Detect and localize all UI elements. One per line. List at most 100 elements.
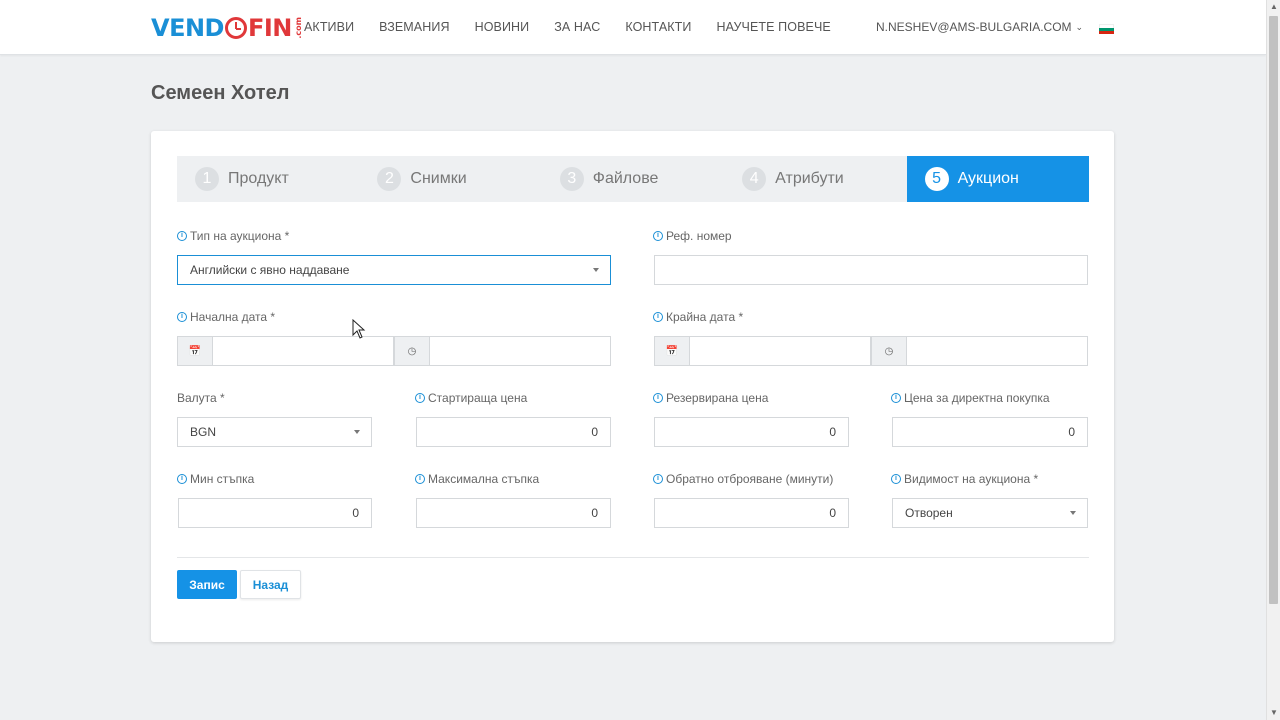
clock-icon[interactable]: ◷: [394, 336, 430, 366]
info-icon[interactable]: i: [177, 474, 187, 484]
form-divider: [177, 557, 1089, 558]
input-value: 0: [1068, 425, 1075, 439]
nav-item-about[interactable]: ЗА НАС: [554, 20, 600, 34]
visibility-select[interactable]: Отворен: [892, 498, 1088, 528]
input-value: 0: [829, 506, 836, 520]
info-icon[interactable]: i: [177, 312, 187, 322]
save-button[interactable]: Запис: [177, 570, 237, 599]
calendar-icon[interactable]: 📅: [177, 336, 213, 366]
nav-item-contacts[interactable]: КОНТАКТИ: [625, 20, 691, 34]
countdown-input[interactable]: 0: [654, 498, 849, 528]
start-date-input[interactable]: [212, 336, 394, 366]
min-step-input[interactable]: 0: [178, 498, 372, 528]
end-date-input[interactable]: [689, 336, 871, 366]
step-label: Снимки: [410, 170, 467, 187]
buy-now-price-input[interactable]: 0: [892, 417, 1088, 447]
input-value: 0: [829, 425, 836, 439]
mouse-cursor-icon: [352, 319, 366, 339]
visibility-label: i Видимост на аукциона *: [891, 472, 1038, 486]
chevron-down-icon: ⌄: [1075, 21, 1084, 32]
step-product[interactable]: 1 Продукт: [177, 156, 359, 202]
step-label: Аукцион: [957, 170, 1019, 187]
clock-icon: [224, 17, 247, 39]
info-icon[interactable]: i: [653, 474, 663, 484]
top-navbar: VEND FIN .com АКТИВИ ВЗЕМАНИЯ НОВИНИ ЗА …: [0, 0, 1266, 55]
info-icon[interactable]: i: [653, 393, 663, 403]
label-text: Резервирана цена: [666, 391, 769, 405]
step-label: Продукт: [228, 170, 289, 187]
info-icon[interactable]: i: [177, 231, 187, 241]
label-text: Стартираща цена: [428, 391, 528, 405]
input-value: 0: [591, 506, 598, 520]
label-text: Максимална стъпка: [428, 472, 540, 486]
ref-number-input[interactable]: [654, 255, 1088, 285]
label-text: Обратно отброяване (минути): [666, 472, 834, 486]
step-photos[interactable]: 2 Снимки: [359, 156, 541, 202]
label-text: Видимост на аукциона *: [904, 472, 1039, 486]
input-value: 0: [591, 425, 598, 439]
step-number: 3: [559, 167, 584, 191]
label-text: Реф. номер: [666, 229, 732, 243]
label-text: Цена за директна покупка: [904, 391, 1050, 405]
info-icon[interactable]: i: [653, 231, 663, 241]
page-title: Семеен Хотел: [151, 82, 290, 104]
dropdown-caret-icon: [593, 268, 599, 272]
start-time-input[interactable]: [429, 336, 611, 366]
dropdown-caret-icon: [1070, 511, 1076, 515]
step-number: 5: [924, 167, 949, 191]
step-number: 4: [742, 167, 767, 191]
bulgarian-flag-icon[interactable]: [1099, 24, 1114, 34]
auction-type-select[interactable]: Английски с явно наддаване: [177, 255, 611, 285]
scrollbar-thumb[interactable]: [1269, 16, 1278, 604]
back-button[interactable]: Назад: [240, 570, 301, 599]
select-value: BGN: [190, 425, 217, 439]
max-step-label: i Максимална стъпка: [415, 472, 539, 486]
start-price-input[interactable]: 0: [416, 417, 611, 447]
auction-form-card: 1 Продукт 2 Снимки 3 Файлове 4 Атрибути …: [151, 131, 1114, 642]
nav-item-learn-more[interactable]: НАУЧЕТЕ ПОВЕЧЕ: [717, 20, 831, 34]
scroll-up-arrow-icon[interactable]: ▲: [1267, 0, 1280, 14]
wizard-steps: 1 Продукт 2 Снимки 3 Файлове 4 Атрибути …: [177, 156, 1089, 202]
clock-icon[interactable]: ◷: [871, 336, 907, 366]
reserve-price-input[interactable]: 0: [654, 417, 849, 447]
info-icon[interactable]: i: [891, 474, 901, 484]
main-nav: АКТИВИ ВЗЕМАНИЯ НОВИНИ ЗА НАС КОНТАКТИ Н…: [304, 20, 856, 34]
info-icon[interactable]: i: [415, 474, 425, 484]
step-attributes[interactable]: 4 Атрибути: [724, 156, 906, 202]
step-auction[interactable]: 5 Аукцион: [906, 156, 1089, 202]
step-number: 2: [377, 167, 402, 191]
step-label: Файлове: [592, 170, 659, 187]
currency-select[interactable]: BGN: [177, 417, 372, 447]
info-icon[interactable]: i: [653, 312, 663, 322]
nav-item-assets[interactable]: АКТИВИ: [304, 20, 354, 34]
label-text: Валута *: [177, 391, 225, 405]
scroll-down-arrow-icon[interactable]: ▼: [1267, 706, 1280, 720]
label-text: Начална дата *: [190, 310, 276, 324]
input-value: 0: [352, 506, 359, 520]
label-text: Тип на аукциона *: [190, 229, 290, 243]
dropdown-caret-icon: [354, 430, 360, 434]
label-text: Крайна дата *: [666, 310, 744, 324]
vendofin-logo[interactable]: VEND FIN .com: [151, 13, 303, 43]
nav-item-news[interactable]: НОВИНИ: [475, 20, 530, 34]
end-time-input[interactable]: [906, 336, 1088, 366]
step-number: 1: [195, 167, 219, 191]
nav-item-receivables[interactable]: ВЗЕМАНИЯ: [379, 20, 449, 34]
start-price-label: i Стартираща цена: [415, 391, 527, 405]
auction-type-label: i Тип на аукциона *: [177, 229, 289, 243]
start-date-label: i Начална дата *: [177, 310, 275, 324]
user-email: N.NESHEV@AMS-BULGARIA.COM: [876, 20, 1072, 34]
logo-suffix: .com: [293, 17, 303, 39]
min-step-label: i Мин стъпка: [177, 472, 254, 486]
info-icon[interactable]: i: [415, 393, 425, 403]
select-value: Английски с явно наддаване: [190, 263, 350, 277]
max-step-input[interactable]: 0: [416, 498, 611, 528]
select-value: Отворен: [905, 506, 953, 520]
info-icon[interactable]: i: [891, 393, 901, 403]
calendar-icon[interactable]: 📅: [654, 336, 690, 366]
user-menu[interactable]: N.NESHEV@AMS-BULGARIA.COM ⌄: [876, 20, 1083, 34]
reserve-price-label: i Резервирана цена: [653, 391, 768, 405]
step-files[interactable]: 3 Файлове: [542, 156, 724, 202]
page-scrollbar[interactable]: ▲ ▼: [1266, 0, 1280, 720]
label-text: Мин стъпка: [190, 472, 255, 486]
